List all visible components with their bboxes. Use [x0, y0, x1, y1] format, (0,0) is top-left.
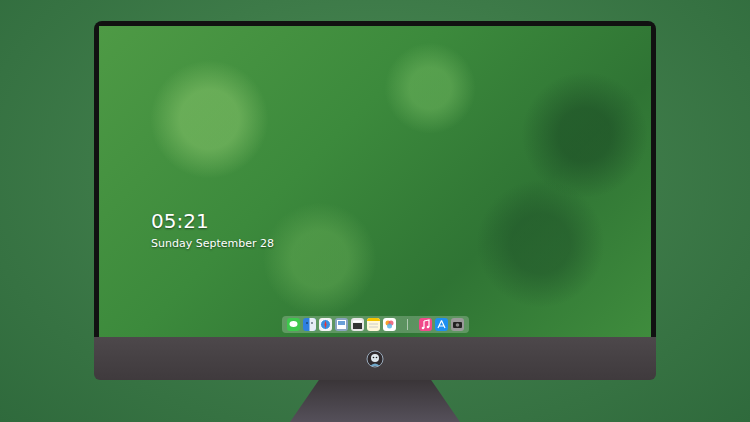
monitor: 05:21 Sunday September 28 [94, 21, 656, 422]
preview-icon[interactable] [335, 318, 348, 331]
messages-icon[interactable] [287, 318, 300, 331]
monitor-chin [94, 337, 656, 380]
video-icon[interactable] [351, 318, 364, 331]
monitor-stand [290, 380, 460, 422]
appstore-icon[interactable] [435, 318, 448, 331]
lock-screen: 05:21 Sunday September 28 [99, 26, 651, 337]
dock-separator [407, 319, 408, 330]
dock [282, 316, 469, 333]
clock: 05:21 Sunday September 28 [99, 209, 651, 251]
backdrop: 05:21 Sunday September 28 [0, 0, 750, 422]
finder-icon[interactable] [303, 318, 316, 331]
notes-icon[interactable] [367, 318, 380, 331]
clock-time: 05:21 [151, 209, 651, 233]
safari-icon[interactable] [319, 318, 332, 331]
camera-icon[interactable] [451, 318, 464, 331]
music-icon[interactable] [419, 318, 432, 331]
photos-icon[interactable] [383, 318, 396, 331]
clock-date: Sunday September 28 [151, 236, 651, 251]
monitor-bezel: 05:21 Sunday September 28 [94, 21, 656, 337]
avatar-logo-icon [366, 350, 384, 368]
